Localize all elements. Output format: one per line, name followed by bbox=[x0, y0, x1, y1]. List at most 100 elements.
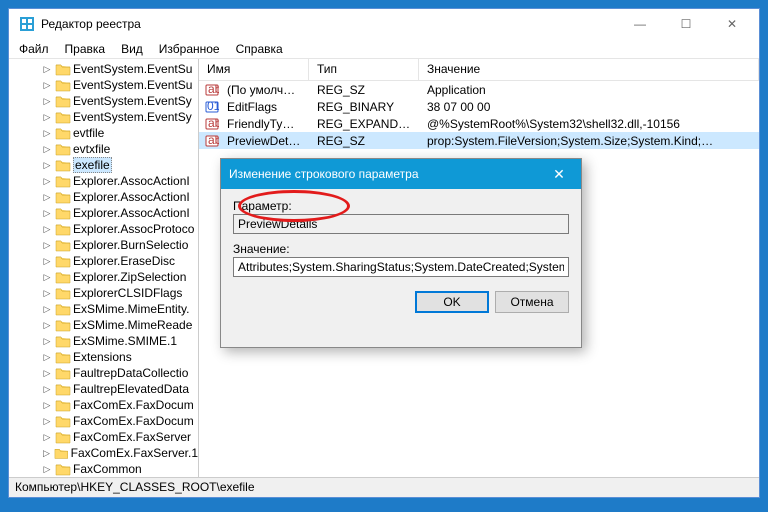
folder-icon bbox=[55, 206, 71, 220]
tree[interactable]: ▷EventSystem.EventSu▷EventSystem.EventSu… bbox=[9, 59, 198, 477]
tree-row[interactable]: ▷FaxComEx.FaxServer.1 bbox=[11, 445, 198, 461]
tree-row[interactable]: ▷Explorer.AssocProtoco bbox=[11, 221, 198, 237]
cell-name: (По умолчанию) bbox=[219, 83, 309, 97]
chevron-right-icon[interactable]: ▷ bbox=[41, 176, 53, 187]
tree-row[interactable]: ▷EventSystem.EventSu bbox=[11, 61, 198, 77]
chevron-right-icon[interactable]: ▷ bbox=[41, 80, 53, 91]
tree-row[interactable]: ▷ExSMime.MimeEntity. bbox=[11, 301, 198, 317]
chevron-right-icon[interactable]: ▷ bbox=[41, 96, 53, 107]
chevron-right-icon[interactable]: ▷ bbox=[41, 240, 53, 251]
window-titlebar[interactable]: Редактор реестра — ☐ ✕ bbox=[9, 9, 759, 39]
chevron-right-icon[interactable]: ▷ bbox=[41, 192, 53, 203]
tree-row[interactable]: ▷FaxComEx.FaxServer bbox=[11, 429, 198, 445]
list-header: Имя Тип Значение bbox=[199, 59, 759, 81]
tree-row[interactable]: ▷EventSystem.EventSy bbox=[11, 109, 198, 125]
menu-help[interactable]: Справка bbox=[228, 40, 291, 58]
tree-row[interactable]: ▷Extensions bbox=[11, 349, 198, 365]
chevron-right-icon[interactable]: ▷ bbox=[41, 256, 53, 267]
col-value[interactable]: Значение bbox=[419, 59, 759, 80]
folder-icon bbox=[55, 398, 71, 412]
chevron-right-icon[interactable]: ▷ bbox=[41, 160, 53, 171]
chevron-right-icon[interactable]: ▷ bbox=[41, 432, 53, 443]
chevron-right-icon[interactable]: ▷ bbox=[41, 64, 53, 75]
folder-icon bbox=[55, 222, 71, 236]
folder-icon bbox=[55, 366, 71, 380]
tree-row[interactable]: ▷FaultrepElevatedData bbox=[11, 381, 198, 397]
chevron-right-icon[interactable]: ▷ bbox=[41, 304, 53, 315]
list-body[interactable]: (По умолчанию)REG_SZApplicationEditFlags… bbox=[199, 81, 759, 149]
folder-icon bbox=[55, 174, 71, 188]
tree-row[interactable]: ▷Explorer.AssocActionI bbox=[11, 189, 198, 205]
value-field[interactable] bbox=[233, 257, 569, 277]
chevron-right-icon[interactable]: ▷ bbox=[41, 384, 53, 395]
chevron-right-icon[interactable]: ▷ bbox=[41, 112, 53, 123]
list-row[interactable]: PreviewDetailsREG_SZprop:System.FileVers… bbox=[199, 132, 759, 149]
tree-label: Explorer.AssocActionI bbox=[73, 206, 190, 220]
col-type[interactable]: Тип bbox=[309, 59, 419, 80]
chevron-right-icon[interactable]: ▷ bbox=[41, 400, 53, 411]
tree-row[interactable]: ▷EventSystem.EventSy bbox=[11, 93, 198, 109]
tree-row[interactable]: ▷FaultrepDataCollectio bbox=[11, 365, 198, 381]
menu-view[interactable]: Вид bbox=[113, 40, 151, 58]
tree-row[interactable]: ▷evtxfile bbox=[11, 141, 198, 157]
tree-row[interactable]: ▷Explorer.AssocActionI bbox=[11, 173, 198, 189]
folder-icon bbox=[55, 238, 71, 252]
chevron-right-icon[interactable]: ▷ bbox=[41, 368, 53, 379]
tree-row[interactable]: ▷ Explorer.BurnSelectio bbox=[11, 237, 198, 253]
folder-icon bbox=[55, 334, 71, 348]
reg-value-icon bbox=[205, 117, 219, 131]
tree-row[interactable]: ▷evtfile bbox=[11, 125, 198, 141]
chevron-right-icon[interactable]: ▷ bbox=[41, 208, 53, 219]
chevron-right-icon[interactable]: ▷ bbox=[41, 448, 52, 459]
folder-icon bbox=[55, 126, 71, 140]
list-row[interactable]: FriendlyTypeNam…REG_EXPAND_SZ@%SystemRoo… bbox=[199, 115, 759, 132]
col-name[interactable]: Имя bbox=[199, 59, 309, 80]
tree-row[interactable]: ▷ Explorer.EraseDisc bbox=[11, 253, 198, 269]
chevron-right-icon[interactable]: ▷ bbox=[41, 272, 53, 283]
chevron-right-icon[interactable]: ▷ bbox=[41, 128, 53, 139]
close-button[interactable]: ✕ bbox=[709, 9, 755, 39]
cell-value: prop:System.FileVersion;System.Size;Syst… bbox=[419, 134, 759, 148]
menu-edit[interactable]: Правка bbox=[57, 40, 114, 58]
chevron-right-icon[interactable]: ▷ bbox=[41, 352, 53, 363]
tree-row[interactable]: ▷ Explorer.AssocActionI bbox=[11, 205, 198, 221]
folder-icon bbox=[55, 270, 71, 284]
menu-favorites[interactable]: Избранное bbox=[151, 40, 228, 58]
folder-icon bbox=[55, 462, 71, 476]
menu-file[interactable]: Файл bbox=[11, 40, 57, 58]
chevron-right-icon[interactable]: ▷ bbox=[41, 224, 53, 235]
reg-value-icon bbox=[205, 134, 219, 148]
ok-button[interactable]: OK bbox=[415, 291, 489, 313]
folder-icon bbox=[55, 414, 71, 428]
list-row[interactable]: (По умолчанию)REG_SZApplication bbox=[199, 81, 759, 98]
tree-row[interactable]: ▷ExplorerCLSIDFlags bbox=[11, 285, 198, 301]
tree-label: Explorer.EraseDisc bbox=[73, 254, 175, 268]
tree-row[interactable]: ▷FaxComEx.FaxDocum bbox=[11, 413, 198, 429]
tree-row[interactable]: ▷ExSMime.SMIME.1 bbox=[11, 333, 198, 349]
cell-type: REG_SZ bbox=[309, 134, 419, 148]
tree-label: FaxComEx.FaxDocum bbox=[73, 398, 194, 412]
chevron-right-icon[interactable]: ▷ bbox=[41, 144, 53, 155]
tree-row[interactable]: ▷FaxCommon bbox=[11, 461, 198, 477]
maximize-button[interactable]: ☐ bbox=[663, 9, 709, 39]
chevron-right-icon[interactable]: ▷ bbox=[41, 320, 53, 331]
chevron-right-icon[interactable]: ▷ bbox=[41, 416, 53, 427]
chevron-right-icon[interactable]: ▷ bbox=[41, 464, 53, 475]
dialog-close-icon[interactable]: ✕ bbox=[545, 166, 573, 183]
tree-row[interactable]: ▷EventSystem.EventSu bbox=[11, 77, 198, 93]
status-path: Компьютер\HKEY_CLASSES_ROOT\exefile bbox=[15, 480, 255, 494]
app-icon bbox=[19, 16, 35, 32]
tree-row[interactable]: ▷exefile bbox=[11, 157, 198, 173]
minimize-button[interactable]: — bbox=[617, 9, 663, 39]
tree-row[interactable]: ▷ExSMime.MimeReade bbox=[11, 317, 198, 333]
cancel-button[interactable]: Отмена bbox=[495, 291, 569, 313]
dialog-titlebar[interactable]: Изменение строкового параметра ✕ bbox=[221, 159, 581, 189]
chevron-right-icon[interactable]: ▷ bbox=[41, 288, 53, 299]
status-bar: Компьютер\HKEY_CLASSES_ROOT\exefile bbox=[9, 477, 759, 497]
tree-row[interactable]: ▷ FaxComEx.FaxDocum bbox=[11, 397, 198, 413]
tree-row[interactable]: ▷Explorer.ZipSelection bbox=[11, 269, 198, 285]
folder-icon bbox=[55, 190, 71, 204]
tree-label: Explorer.BurnSelectio bbox=[73, 238, 188, 252]
chevron-right-icon[interactable]: ▷ bbox=[41, 336, 53, 347]
list-row[interactable]: EditFlagsREG_BINARY38 07 00 00 bbox=[199, 98, 759, 115]
